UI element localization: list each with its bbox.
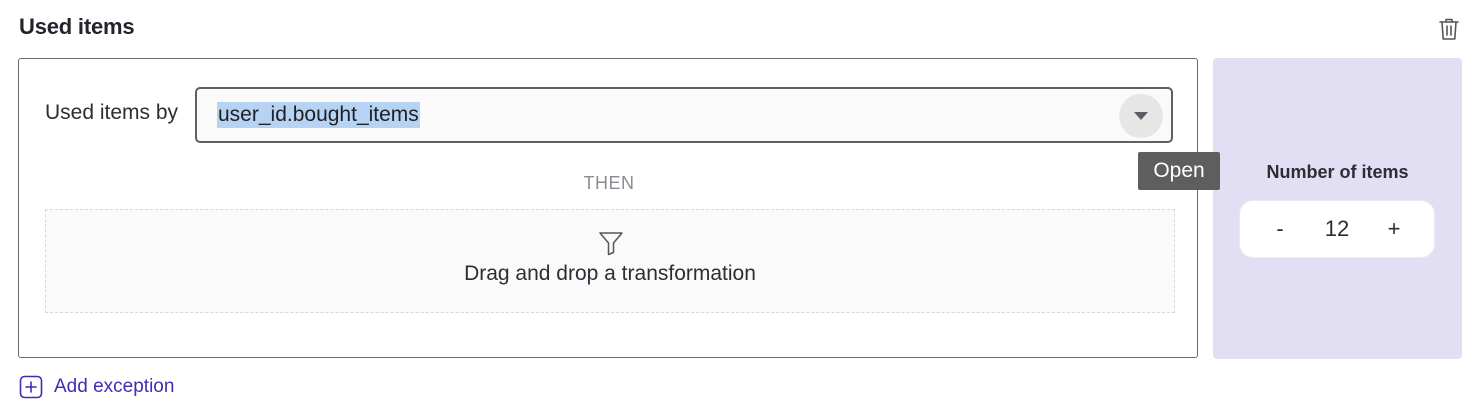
trash-icon <box>1439 18 1459 40</box>
number-of-items-value[interactable]: 12 <box>1300 201 1374 257</box>
decrement-button[interactable]: - <box>1260 201 1300 257</box>
number-of-items-title: Number of items <box>1266 162 1409 182</box>
transformation-drop-zone[interactable]: Drag and drop a transformation <box>45 209 1175 313</box>
number-of-items-stepper: - 12 + <box>1239 200 1435 258</box>
add-exception-label: Add exception <box>54 376 175 397</box>
drop-zone-text: Drag and drop a transformation <box>464 262 756 285</box>
open-tooltip: Open <box>1138 152 1220 190</box>
used-items-box: Used items by user_id.bought_items THEN … <box>18 58 1198 358</box>
increment-button[interactable]: + <box>1374 201 1414 257</box>
used-items-by-label: Used items by <box>45 101 179 124</box>
used-items-by-select[interactable]: user_id.bought_items <box>195 87 1173 143</box>
caret-down-icon <box>1134 112 1148 120</box>
plus-square-icon <box>19 375 43 399</box>
used-items-page: Used items Used items by user_id.bought_… <box>0 0 1484 420</box>
used-items-by-value[interactable]: user_id.bought_items <box>217 102 420 128</box>
number-of-items-panel: Number of items - 12 + <box>1213 58 1462 359</box>
filter-icon <box>599 232 623 256</box>
delete-button[interactable] <box>1436 16 1462 42</box>
section-title: Used items <box>19 14 135 39</box>
then-label: THEN <box>583 173 635 193</box>
add-exception-button[interactable]: Add exception <box>19 375 174 399</box>
open-dropdown-button[interactable] <box>1119 94 1163 138</box>
